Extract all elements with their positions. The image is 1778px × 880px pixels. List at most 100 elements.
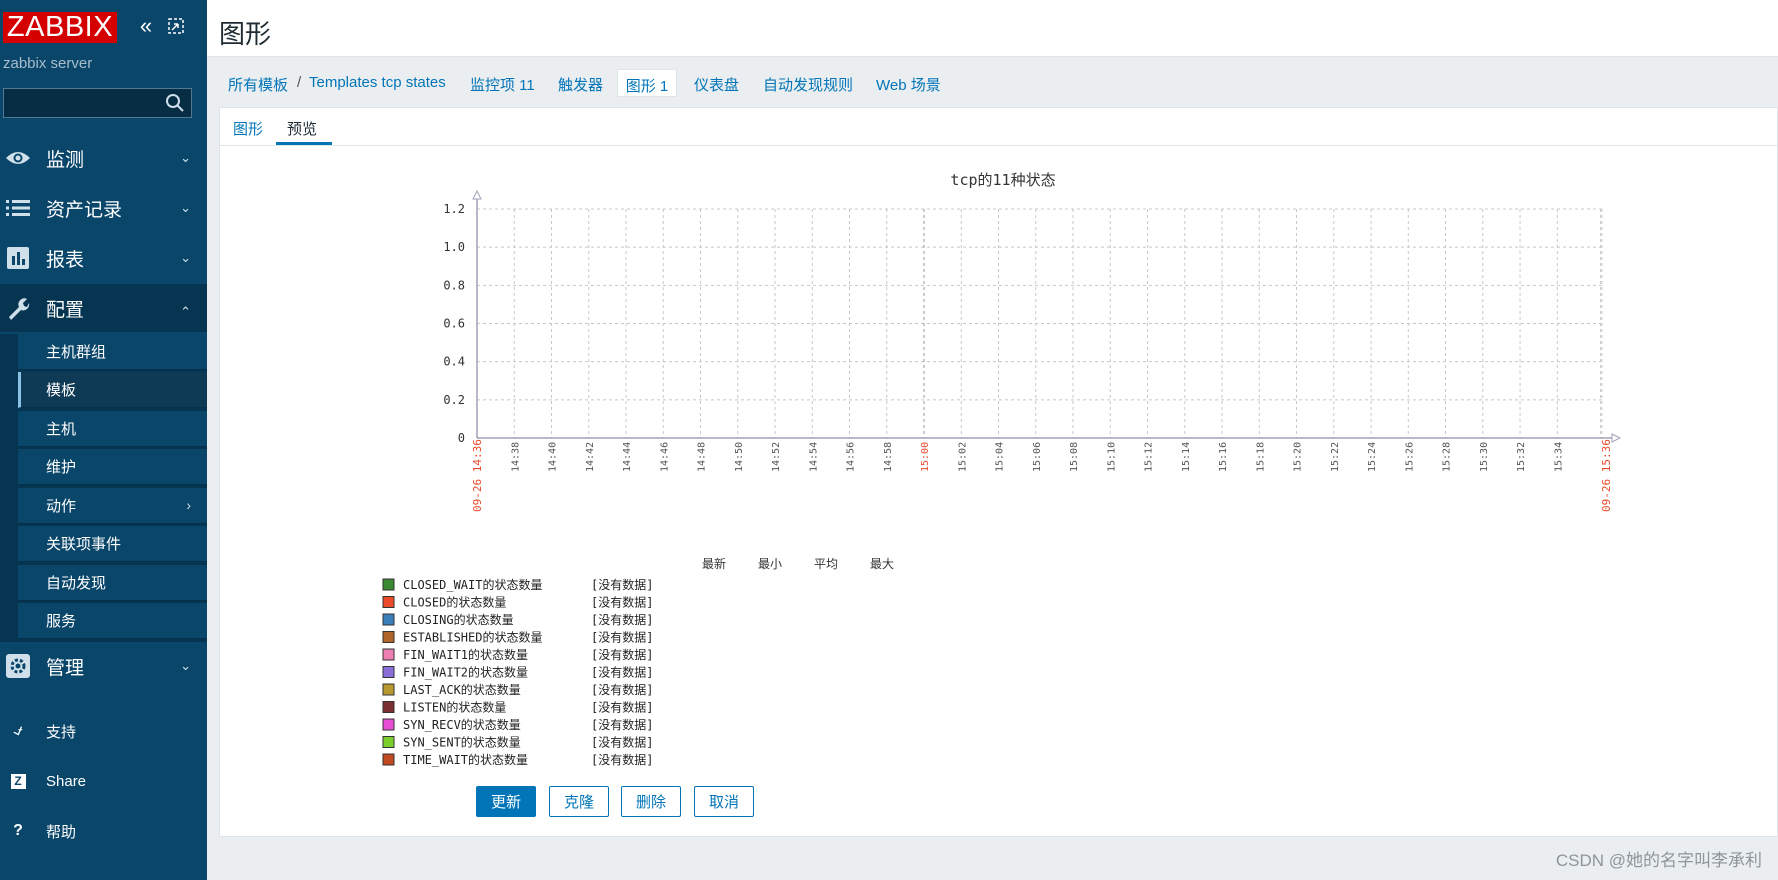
x-tick-label: 14:48: [697, 442, 708, 472]
wrench-icon: [5, 295, 31, 321]
breadcrumb-template-name[interactable]: Templates tcp states: [309, 74, 446, 91]
menu-monitoring[interactable]: 监测 ⌄: [0, 134, 207, 182]
y-tick-label: 0.8: [443, 278, 465, 292]
submenu-hosts[interactable]: 主机: [18, 411, 207, 447]
y-tick-label: 0.4: [443, 355, 465, 369]
x-tick-label: 15:02: [957, 442, 968, 472]
menu-reports[interactable]: 报表 ⌄: [0, 234, 207, 282]
x-tick-label: 15:12: [1144, 442, 1155, 472]
x-tick-label: 15:14: [1181, 442, 1192, 472]
footer-help[interactable]: ? 帮助: [0, 809, 207, 853]
legend-swatch: [382, 736, 395, 748]
y-tick-label: 1.2: [443, 202, 465, 216]
submenu-actions[interactable]: 动作 ›: [18, 488, 207, 524]
collapse-sidebar-icon[interactable]: «: [134, 14, 158, 38]
y-tick-label: 0: [458, 431, 465, 445]
x-tick-label: 14:40: [548, 442, 559, 472]
submenu-templates[interactable]: 模板: [18, 372, 207, 408]
legend-swatch: [382, 648, 395, 661]
chart-grid: [477, 208, 1603, 438]
tab-graphs[interactable]: 图形 1: [617, 69, 677, 97]
cancel-button[interactable]: 取消: [694, 786, 754, 817]
x-tick-label: 14:56: [846, 442, 857, 472]
active-tab-indicator: [276, 142, 332, 145]
legend-swatch: [382, 596, 395, 608]
legend-swatch: [382, 631, 395, 643]
tab-graph[interactable]: 图形: [233, 118, 263, 139]
tab-triggers[interactable]: 触发器: [558, 74, 603, 95]
header: 图形: [207, 0, 1778, 57]
legend-series-status: [没有数据]: [591, 647, 653, 662]
x-tick-label: 14:50: [734, 442, 745, 472]
chevron-down-icon: ⌄: [180, 200, 191, 215]
x-axis-ticks: 14:38 14:40 14:42 14:44 14:46 14:48 14:50 14:52…: [471, 439, 1613, 512]
form-tabs: 图形 预览: [220, 108, 1777, 146]
legend-series-status: [没有数据]: [591, 612, 653, 627]
chevron-down-icon: ⌄: [180, 150, 191, 165]
x-start-label: 09-26 14:36: [471, 439, 484, 512]
tab-preview[interactable]: 预览: [287, 118, 317, 139]
legend-swatch: [382, 613, 395, 626]
update-button[interactable]: 更新: [476, 786, 536, 817]
bar-chart-icon: [5, 245, 31, 271]
x-tick-label: 14:58: [883, 442, 894, 472]
legend-series-name: LAST_ACK的状态数量: [403, 682, 521, 697]
server-name: zabbix server: [3, 55, 93, 72]
footer-support[interactable]: ⍻ 支持: [0, 709, 207, 753]
tab-items[interactable]: 监控项 11: [470, 74, 535, 95]
footer-label: Share: [46, 772, 87, 790]
legend-swatch: [382, 753, 395, 766]
legend-series-status: [没有数据]: [591, 665, 653, 680]
x-tick-label: 15:00: [920, 442, 931, 472]
sidebar-search-input[interactable]: [3, 88, 192, 118]
submenu-maintenance[interactable]: 维护: [18, 449, 207, 485]
clone-button[interactable]: 克隆: [549, 786, 609, 817]
legend-header: 最小: [758, 557, 782, 571]
tab-dashboards[interactable]: 仪表盘: [694, 74, 739, 95]
chart-title: tcp的11种状态: [950, 171, 1055, 189]
breadcrumb-separator: /: [297, 74, 302, 91]
legend-header: 平均: [814, 557, 838, 571]
zabbix-logo[interactable]: ZABBIX: [3, 12, 117, 43]
y-axis-arrow: [472, 189, 482, 200]
legend-series-name: FIN_WAIT2的状态数量: [403, 665, 528, 680]
legend-series-status: [没有数据]: [591, 630, 653, 645]
footer-share[interactable]: Z Share: [0, 759, 207, 803]
legend-series-name: SYN_SENT的状态数量: [403, 735, 521, 750]
menu-inventory[interactable]: 资产记录 ⌄: [0, 184, 207, 232]
legend-series-status: [没有数据]: [591, 682, 653, 697]
list-icon: [5, 195, 31, 221]
chevron-up-icon: ⌃: [180, 304, 191, 319]
submenu-discovery[interactable]: 自动发现: [18, 565, 207, 601]
x-tick-label: 15:22: [1330, 442, 1341, 472]
submenu-label: 动作: [46, 498, 77, 515]
y-tick-label: 0.2: [443, 393, 465, 407]
menu-label: 监测: [46, 149, 85, 171]
legend-series-name: LISTEN的状态数量: [403, 700, 506, 715]
x-tick-label: 14:54: [808, 442, 819, 472]
kiosk-mode-icon[interactable]: [164, 14, 188, 38]
legend-swatch: [382, 578, 395, 591]
legend-series-name: ESTABLISHED的状态数量: [403, 630, 542, 645]
submenu-services[interactable]: 服务: [18, 603, 207, 639]
menu-label: 报表: [46, 249, 85, 271]
tab-discovery-rules[interactable]: 自动发现规则: [763, 74, 853, 95]
tab-web-scenarios[interactable]: Web 场景: [876, 74, 941, 95]
chevron-down-icon: ⌄: [180, 658, 191, 673]
delete-button[interactable]: 删除: [621, 786, 681, 817]
legend-series-name: CLOSING的状态数量: [403, 612, 514, 627]
breadcrumb-all-templates[interactable]: 所有模板: [228, 74, 288, 95]
graph-form-panel: 图形 预览 tcp的11种状态 1.2 1.0 0.8 0.6 0.4 0.2 0 14:3…: [219, 107, 1778, 837]
x-tick-label: 15:24: [1367, 442, 1378, 472]
legend-swatch: [382, 718, 395, 731]
y-tick-label: 1.0: [443, 240, 465, 254]
submenu-host-groups[interactable]: 主机群组: [18, 334, 207, 370]
graph-preview: tcp的11种状态 1.2 1.0 0.8 0.6 0.4 0.2 0 14:38 14:40…: [382, 171, 1622, 767]
x-tick-label: 14:44: [622, 442, 633, 472]
submenu-event-correlation[interactable]: 关联项事件: [18, 526, 207, 562]
footer-label: 支持: [46, 723, 77, 741]
menu-administration[interactable]: 管理 ⌄: [0, 642, 207, 690]
search-icon[interactable]: [165, 93, 185, 113]
legend-series-status: [没有数据]: [591, 577, 653, 592]
menu-configuration[interactable]: 配置 ⌃: [0, 284, 207, 332]
